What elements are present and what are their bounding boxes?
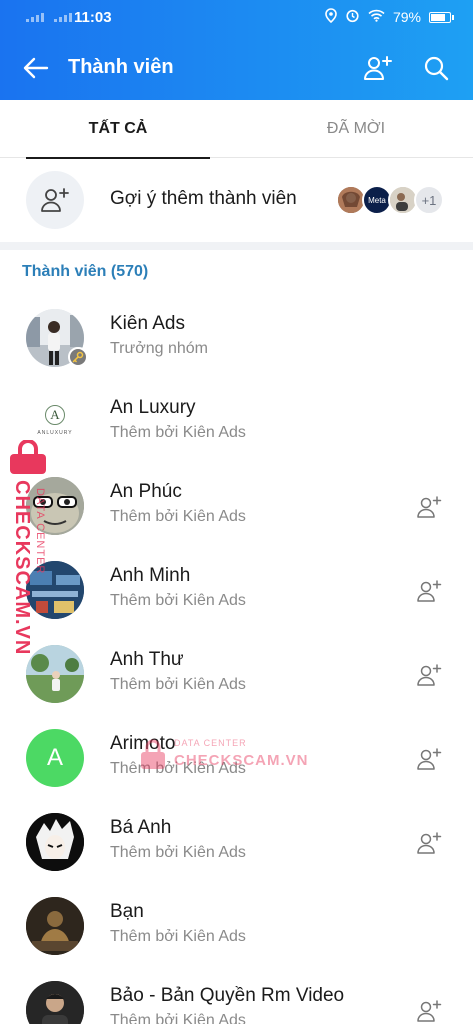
back-button[interactable] (18, 50, 54, 86)
wifi-icon (368, 9, 385, 25)
member-row[interactable]: A ANLUXURY An Luxury Thêm bởi Kiên Ads (0, 380, 473, 464)
lock-icon (10, 440, 46, 474)
add-friend-button[interactable] (412, 658, 446, 692)
add-person-icon (417, 496, 442, 518)
member-row[interactable]: Bảo - Bản Quyền Rm Video Thêm bởi Kiên A… (0, 968, 473, 1024)
tab-invited[interactable]: ĐÃ MỜI (264, 100, 448, 158)
add-friend-button[interactable] (412, 574, 446, 608)
member-name: Bá Anh (110, 817, 172, 838)
member-row[interactable]: An Phúc Thêm bởi Kiên Ads (0, 464, 473, 548)
search-icon (424, 56, 449, 81)
add-person-icon (364, 56, 392, 80)
add-person-icon (41, 188, 69, 212)
key-icon (68, 347, 88, 367)
battery-percent: 79% (392, 9, 421, 25)
avatar (26, 981, 84, 1024)
signal-icon (26, 12, 72, 22)
add-member-button[interactable] (360, 50, 396, 86)
watermark-vertical: CHECKSCAM.VN DATA CENTER (4, 438, 50, 655)
watermark-center-sub: DATA CENTER (174, 738, 247, 748)
member-name: Anh Minh (110, 565, 191, 586)
suggest-icon-circle (26, 171, 84, 229)
member-name: Kiên Ads (110, 313, 185, 334)
lock-icon (141, 739, 165, 769)
watermark-center-main: CHECKSCAM.VN (174, 752, 309, 769)
member-row[interactable]: Kiên Ads Trưởng nhóm (0, 296, 473, 380)
more-count-badge: +1 (414, 185, 444, 215)
add-person-icon (417, 580, 442, 602)
location-icon (325, 8, 337, 26)
watermark-center: DATA CENTER CHECKSCAM.VN (140, 736, 310, 776)
search-button[interactable] (418, 50, 454, 86)
member-subtitle: Thêm bởi Kiên Ads (110, 424, 246, 441)
member-name: Anh Thư (110, 649, 184, 670)
add-friend-button[interactable] (412, 826, 446, 860)
status-bar: 11:03 79% (0, 0, 473, 36)
watermark-main: CHECKSCAM.VN (11, 480, 33, 656)
member-row[interactable]: Bá Anh Thêm bởi Kiên Ads (0, 800, 473, 884)
avatar (26, 813, 84, 871)
add-person-icon (417, 748, 442, 770)
member-name: Bạn (110, 901, 144, 922)
avatar-letter: A (45, 405, 65, 425)
member-subtitle: Thêm bởi Kiên Ads (110, 676, 246, 693)
tab-all[interactable]: TẤT CẢ (26, 100, 210, 159)
member-row[interactable]: Bạn Thêm bởi Kiên Ads (0, 884, 473, 968)
section-divider (0, 242, 473, 250)
member-row[interactable]: Anh Thư Thêm bởi Kiên Ads (0, 632, 473, 716)
add-friend-button[interactable] (412, 742, 446, 776)
avatar-caption: ANLUXURY (37, 430, 73, 436)
suggest-avatars: Meta +1 (336, 185, 444, 215)
member-subtitle: Thêm bởi Kiên Ads (110, 592, 246, 609)
status-time: 11:03 (74, 9, 112, 26)
member-subtitle: Thêm bởi Kiên Ads (110, 1012, 246, 1024)
member-subtitle: Thêm bởi Kiên Ads (110, 508, 246, 525)
add-friend-button[interactable] (412, 490, 446, 524)
member-subtitle: Thêm bởi Kiên Ads (110, 928, 246, 945)
member-name: Bảo - Bản Quyền Rm Video (110, 985, 345, 1006)
page-title: Thành viên (68, 56, 174, 78)
member-row[interactable]: Anh Minh Thêm bởi Kiên Ads (0, 548, 473, 632)
app-bar: Thành viên (0, 36, 473, 100)
add-person-icon (417, 832, 442, 854)
member-subtitle: Thêm bởi Kiên Ads (110, 844, 246, 861)
add-friend-button[interactable] (412, 994, 446, 1024)
add-person-icon (417, 1000, 442, 1022)
tab-bar: TẤT CẢ ĐÃ MỜI (0, 100, 473, 159)
watermark-sub: DATA CENTER (34, 488, 46, 575)
suggest-members-row[interactable]: Gợi ý thêm thành viên Meta +1 (0, 158, 473, 242)
alarm-icon (345, 8, 360, 26)
arrow-left-icon (23, 57, 49, 79)
member-name: An Luxury (110, 397, 196, 418)
member-subtitle: Trưởng nhóm (110, 340, 208, 357)
member-name: An Phúc (110, 481, 182, 502)
suggest-label: Gợi ý thêm thành viên (110, 188, 297, 209)
avatar: A (26, 729, 84, 787)
members-section-title: Thành viên (570) (22, 263, 149, 280)
avatar (26, 645, 84, 703)
battery-icon (429, 11, 454, 23)
avatar-letter: A (46, 744, 63, 771)
top-bar: 11:03 79% Thành viên (0, 0, 473, 100)
avatar (26, 897, 84, 955)
add-person-icon (417, 664, 442, 686)
